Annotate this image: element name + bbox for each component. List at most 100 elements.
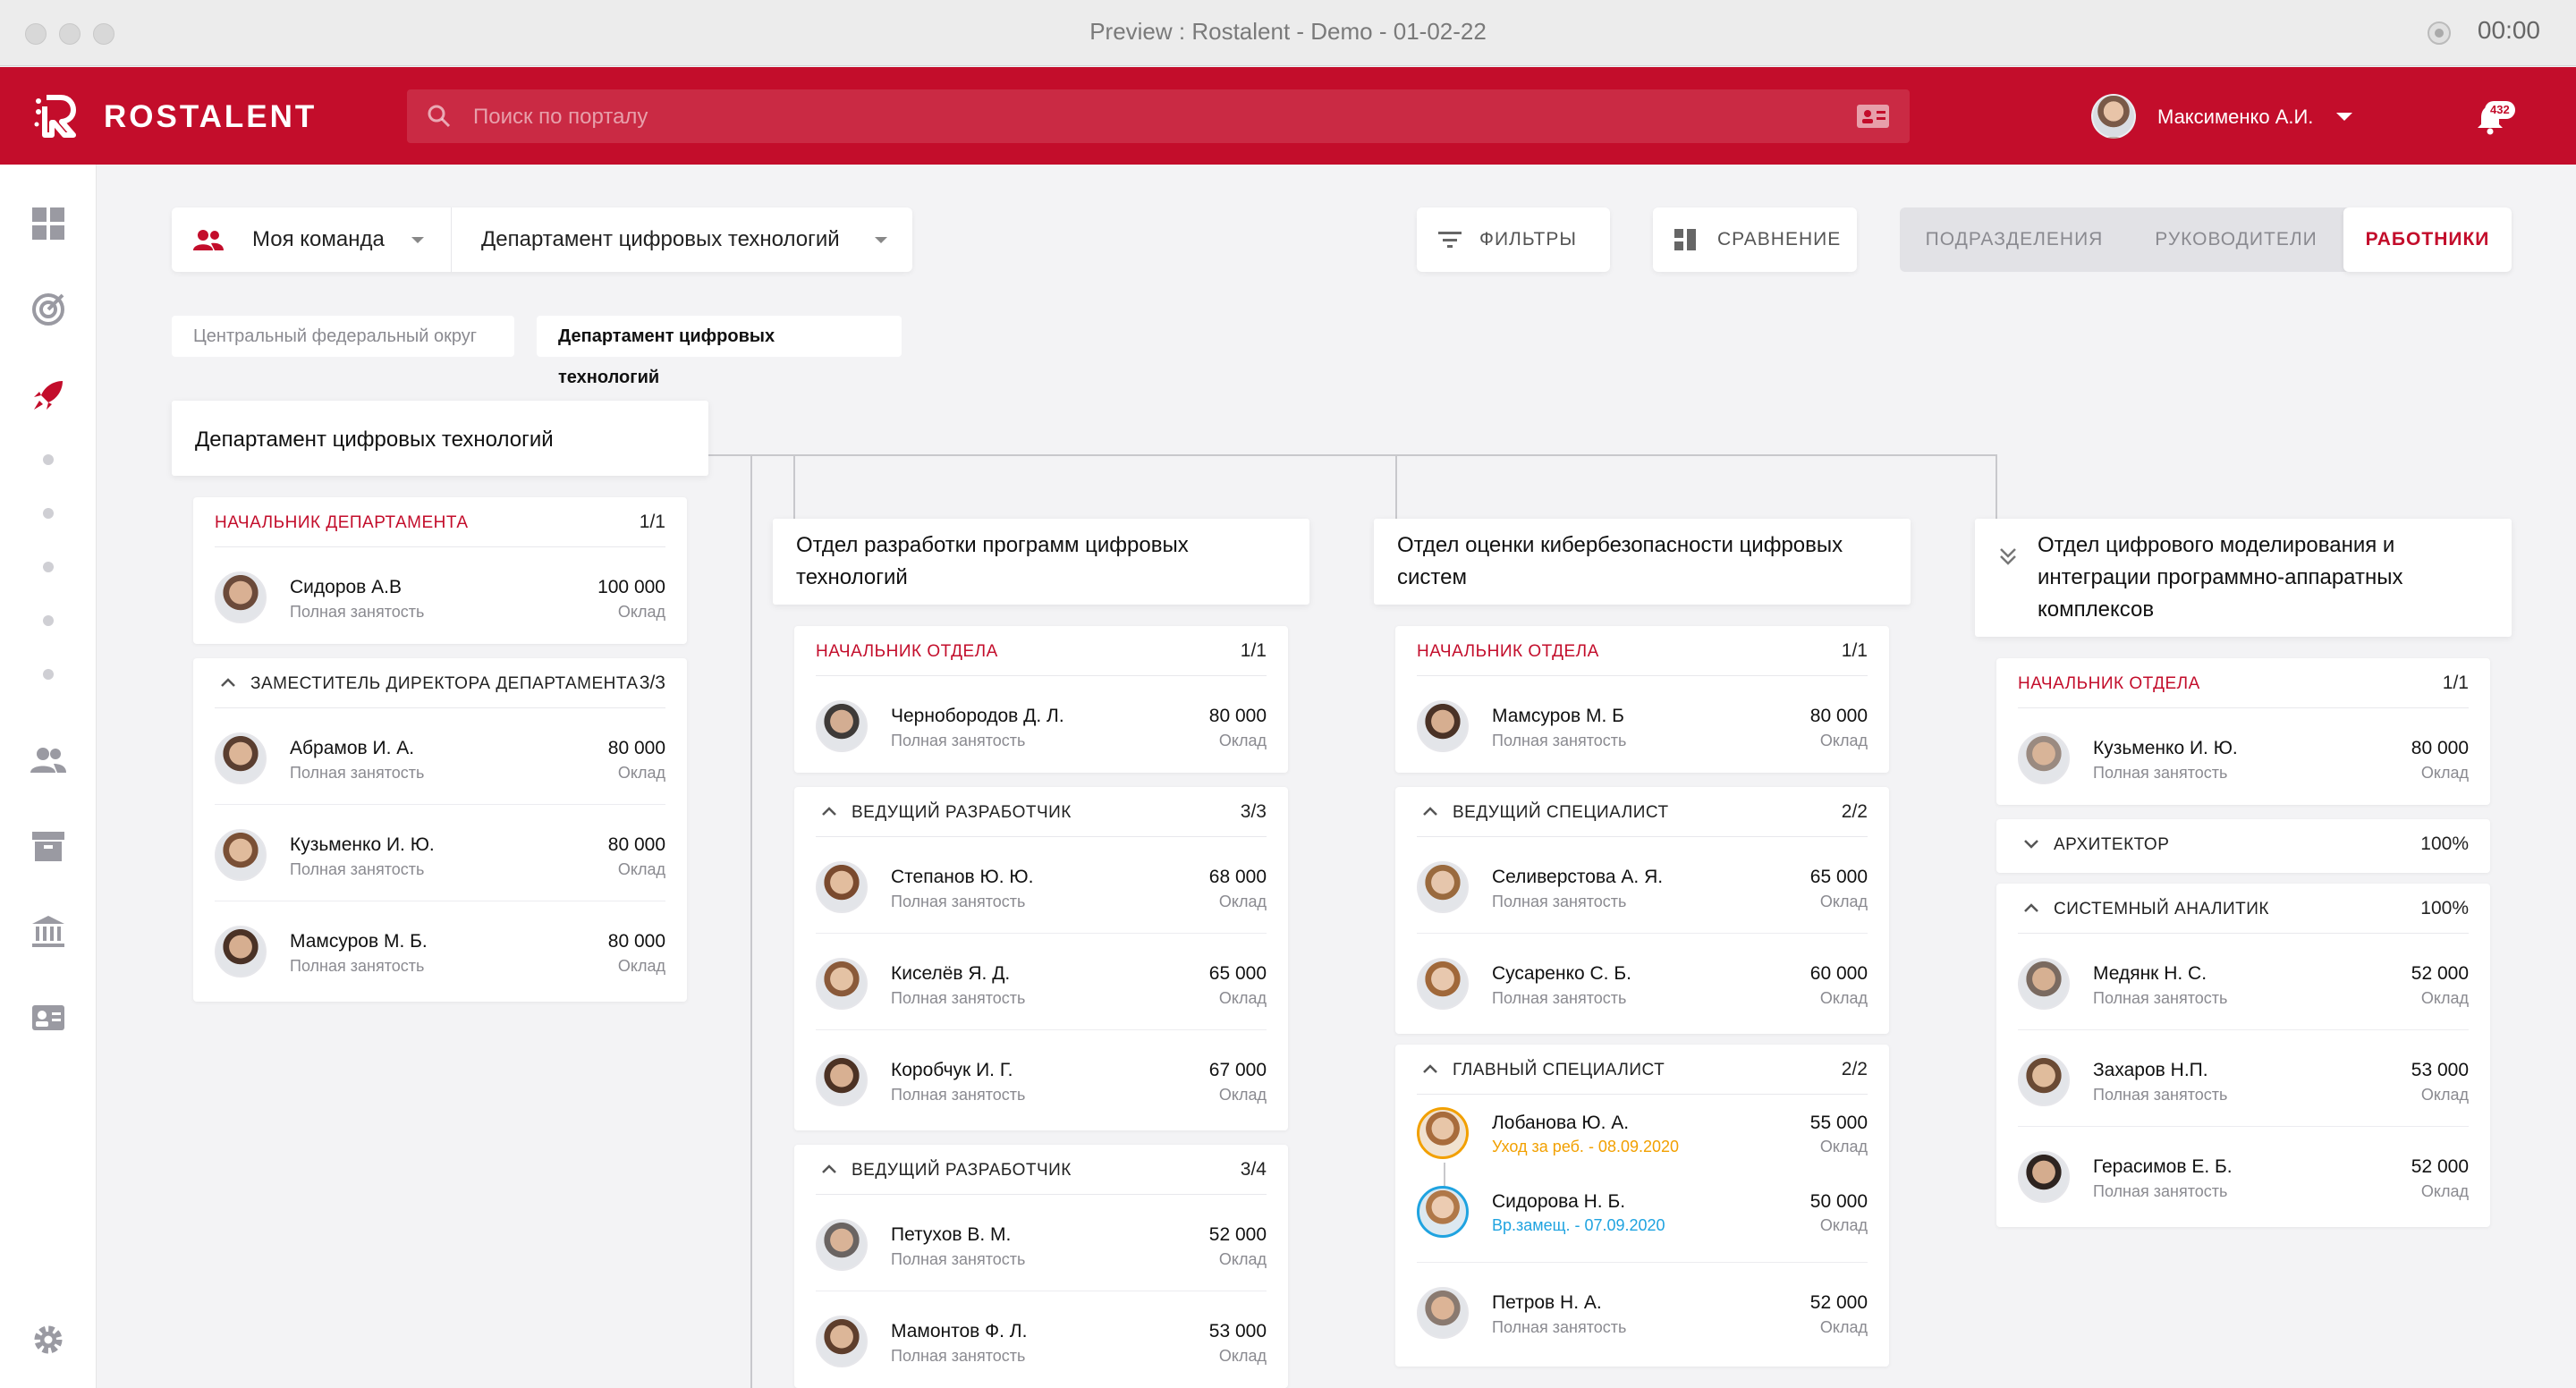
id-card-icon[interactable] xyxy=(30,1000,66,1036)
salary-value: 67 000 xyxy=(1208,1060,1267,1080)
tab-subdivisions[interactable]: ПОДРАЗДЕЛЕНИЯ xyxy=(1900,207,2129,272)
employee-row[interactable]: Абрамов И. А. Полная занятость 80 000 Ок… xyxy=(215,708,665,805)
record-timer: 00:00 xyxy=(2477,16,2540,44)
tree-connector xyxy=(1996,454,1997,519)
breadcrumb-current: Департамент цифровых технологий xyxy=(537,316,902,387)
department-card[interactable]: Отдел разработки программ цифровых техно… xyxy=(773,519,1309,605)
employee-row[interactable]: Сидоров А.В Полная занятость 100 000 Окл… xyxy=(215,547,665,644)
compare-button[interactable]: СРАВНЕНИЕ xyxy=(1653,207,1857,272)
user-avatar[interactable] xyxy=(2091,94,2136,139)
department-card[interactable]: Отдел оценки кибербезопасности цифровых … xyxy=(1374,519,1911,605)
rocket-icon[interactable] xyxy=(30,377,66,413)
portal-search-input[interactable]: Поиск по порталу xyxy=(407,89,1910,143)
employee-row[interactable]: Сусаренко С. Б. Полная занятость 60 000 … xyxy=(1417,934,1868,1030)
employee-avatar xyxy=(1417,861,1469,913)
employee-row[interactable]: Селиверстова А. Я. Полная занятость 65 0… xyxy=(1417,837,1868,934)
position-group: НАЧАЛЬНИК ОТДЕЛА 1/1 Кузьменко И. Ю. Полн… xyxy=(1996,658,2490,805)
employee-row[interactable]: Киселёв Я. Д. Полная занятость 65 000 Ок… xyxy=(816,934,1267,1030)
employee-status: Вр.замещ. - 07.09.2020 xyxy=(1492,1216,1665,1234)
team-icon[interactable] xyxy=(30,742,66,778)
double-chevron-down-icon[interactable] xyxy=(1998,546,2018,567)
salary-value: 52 000 xyxy=(2411,1156,2469,1177)
employee-row[interactable]: Захаров Н.П. Полная занятость 53 000 Окл… xyxy=(2018,1030,2469,1127)
breadcrumb-item[interactable]: Центральный федеральный округ xyxy=(172,316,514,357)
archive-icon[interactable] xyxy=(30,828,66,864)
nav-dot[interactable] xyxy=(43,615,54,626)
salary-value: 50 000 xyxy=(1809,1191,1868,1212)
employee-row[interactable]: Коробчук И. Г. Полная занятость 67 000 О… xyxy=(816,1030,1267,1127)
employee-row[interactable]: Кузьменко И. Ю. Полная занятость 80 000 … xyxy=(215,805,665,901)
position-group-collapsed[interactable]: АРХИТЕКТОР 100% xyxy=(1996,819,2490,873)
employee-name: Коробчук И. Г. xyxy=(891,1060,1013,1080)
employee-avatar xyxy=(816,700,868,752)
tree-connector xyxy=(1395,454,1397,519)
search-placeholder: Поиск по порталу xyxy=(473,105,648,129)
chevron-down-icon[interactable] xyxy=(2023,837,2039,850)
salary-label: Оклад xyxy=(1218,1086,1267,1104)
salary-label: Оклад xyxy=(2420,989,2469,1007)
chevron-down-icon[interactable] xyxy=(411,237,424,243)
bank-icon[interactable] xyxy=(30,914,66,950)
employee-row[interactable]: Сидорова Н. Б. Вр.замещ. - 07.09.2020 50… xyxy=(1417,1170,1868,1263)
employee-row[interactable]: Медянк Н. С. Полная занятость 52 000 Окл… xyxy=(2018,934,2469,1030)
employment-type: Полная занятость xyxy=(290,603,425,621)
settings-icon[interactable] xyxy=(30,1322,66,1358)
brand-name: ROSTALENT xyxy=(104,99,318,134)
position-count: 2/2 xyxy=(1841,1059,1868,1079)
employee-name: Герасимов Е. Б. xyxy=(2093,1156,2233,1177)
window-titlebar: Preview : Rostalent - Demo - 01-02-22 00… xyxy=(0,0,2576,66)
department-title: Отдел цифрового моделирования и интеграц… xyxy=(2038,533,2403,622)
employee-row[interactable]: Кузьменко И. Ю. Полная занятость 80 000 … xyxy=(2018,708,2469,805)
position-group: ВЕДУЩИЙ СПЕЦИАЛИСТ 2/2 Селиверстова А. Я… xyxy=(1395,787,1889,1034)
position-count: 1/1 xyxy=(639,512,665,532)
position-title: НАЧАЛЬНИК ОТДЕЛА xyxy=(1417,642,1599,661)
chevron-up-icon[interactable] xyxy=(821,1163,837,1175)
employee-row[interactable]: Мамсуров М. Б Полная занятость 80 000 Ок… xyxy=(1417,676,1868,773)
position-group: НАЧАЛЬНИК ОТДЕЛА 1/1 Чернобородов Д. Л. П… xyxy=(794,626,1288,773)
notification-count-badge: 432 xyxy=(2485,101,2515,119)
chevron-up-icon[interactable] xyxy=(1422,1062,1438,1075)
employee-row[interactable]: Герасимов Е. Б. Полная занятость 52 000 … xyxy=(2018,1127,2469,1223)
team-select[interactable]: Моя команда xyxy=(252,227,385,252)
user-menu-caret-icon[interactable] xyxy=(2336,113,2352,121)
department-card[interactable]: Департамент цифровых технологий xyxy=(172,401,708,476)
chevron-down-icon[interactable] xyxy=(875,237,887,243)
position-title: ЗАМЕСТИТЕЛЬ ДИРЕКТОРА ДЕПАРТАМЕНТА xyxy=(250,674,639,693)
position-count: 2/2 xyxy=(1841,801,1868,822)
salary-label: Оклад xyxy=(617,764,665,782)
chevron-up-icon[interactable] xyxy=(821,805,837,817)
tree-connector xyxy=(750,454,752,1388)
department-card[interactable]: Отдел цифрового моделирования и интеграц… xyxy=(1975,519,2512,637)
nav-dot[interactable] xyxy=(43,454,54,465)
chevron-up-icon[interactable] xyxy=(220,676,236,689)
filters-button[interactable]: ФИЛЬТРЫ xyxy=(1417,207,1610,272)
employee-row[interactable]: Петров Н. А. Полная занятость 52 000 Окл… xyxy=(1417,1263,1868,1359)
employee-row[interactable]: Мамонтов Ф. Л. Полная занятость 53 000 О… xyxy=(816,1291,1267,1388)
contact-card-icon[interactable] xyxy=(1856,104,1890,129)
salary-label: Оклад xyxy=(617,860,665,878)
target-icon[interactable] xyxy=(30,292,66,327)
employment-type: Полная занятость xyxy=(2093,764,2228,782)
employee-row[interactable]: Степанов Ю. Ю. Полная занятость 68 000 О… xyxy=(816,837,1267,934)
record-icon[interactable] xyxy=(2428,21,2451,45)
nav-dot[interactable] xyxy=(43,669,54,680)
employee-row[interactable]: Петухов В. М. Полная занятость 52 000 Ок… xyxy=(816,1195,1267,1291)
employee-row[interactable]: Мамсуров М. Б. Полная занятость 80 000 О… xyxy=(215,901,665,998)
view-switcher: ПОДРАЗДЕЛЕНИЯ РУКОВОДИТЕЛИ РАБОТНИКИ xyxy=(1900,207,2512,272)
tab-employees[interactable]: РАБОТНИКИ xyxy=(2343,207,2512,272)
nav-dot[interactable] xyxy=(43,562,54,572)
chevron-up-icon[interactable] xyxy=(2023,901,2039,914)
tab-managers[interactable]: РУКОВОДИТЕЛИ xyxy=(2129,207,2343,272)
employee-row[interactable]: Лобанова Ю. А. Уход за реб. - 08.09.2020… xyxy=(1417,1095,1868,1170)
salary-value: 65 000 xyxy=(1809,867,1868,887)
dashboard-icon[interactable] xyxy=(30,206,66,241)
nav-dot[interactable] xyxy=(43,508,54,519)
employee-row[interactable]: Чернобородов Д. Л. Полная занятость 80 0… xyxy=(816,676,1267,773)
chevron-up-icon[interactable] xyxy=(1422,805,1438,817)
sidebar xyxy=(0,165,97,1388)
salary-label: Оклад xyxy=(2420,1182,2469,1200)
user-name[interactable]: Максименко А.И. xyxy=(2157,106,2313,129)
salary-value: 53 000 xyxy=(2411,1060,2469,1080)
rostalent-logo-icon[interactable] xyxy=(34,92,79,139)
department-select[interactable]: Департамент цифровых технологий xyxy=(481,227,840,252)
